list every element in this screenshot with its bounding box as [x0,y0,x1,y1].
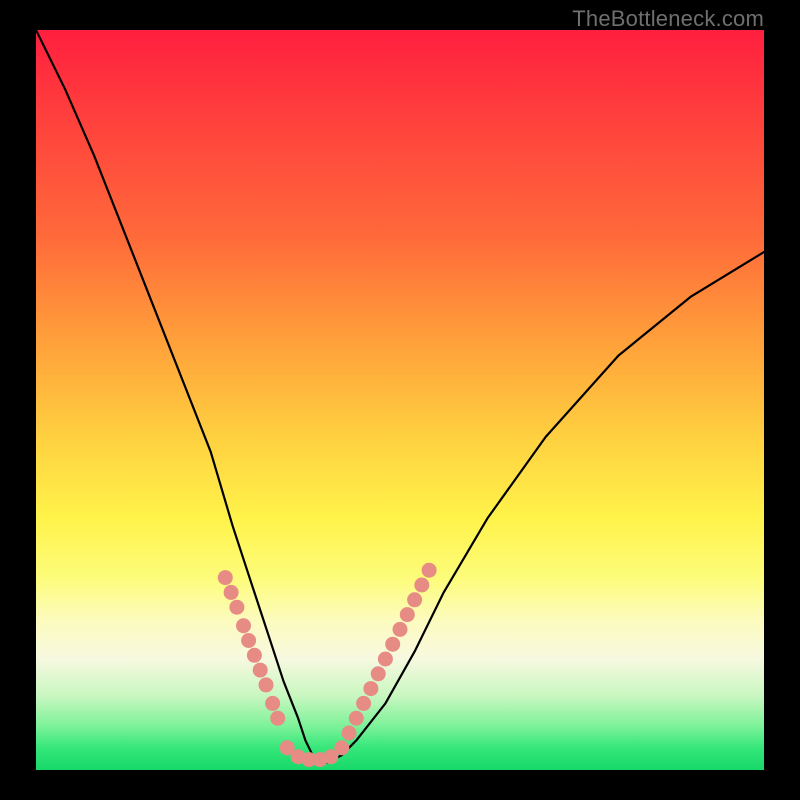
plot-area [36,30,764,770]
dot-highlight-dots-right [393,622,408,637]
series-bottleneck-curve [36,30,764,763]
dot-highlight-dots-right [342,726,357,741]
dot-highlight-dots-right [378,652,393,667]
dot-highlight-dots-left [236,618,251,633]
dot-highlight-dots-left [224,585,239,600]
dot-highlight-dots-right [363,681,378,696]
dot-highlight-dots-left [218,570,233,585]
dot-highlight-dots-valley [334,740,349,755]
dot-highlight-dots-left [265,696,280,711]
dot-highlight-dots-right [385,637,400,652]
dot-highlight-dots-right [356,696,371,711]
dot-highlight-dots-left [253,663,268,678]
watermark-text: TheBottleneck.com [572,6,764,32]
dot-highlight-dots-right [349,711,364,726]
dot-highlight-dots-left [241,633,256,648]
dot-highlight-dots-right [414,578,429,593]
chart-svg [36,30,764,770]
dot-highlight-dots-right [407,592,422,607]
dot-highlight-dots-left [259,677,274,692]
dot-highlight-dots-left [270,711,285,726]
dot-highlight-dots-right [400,607,415,622]
dot-highlight-dots-left [247,648,262,663]
chart-frame: TheBottleneck.com [0,0,800,800]
dot-highlight-dots-right [371,666,386,681]
dot-highlight-dots-right [422,563,437,578]
dot-highlight-dots-left [229,600,244,615]
